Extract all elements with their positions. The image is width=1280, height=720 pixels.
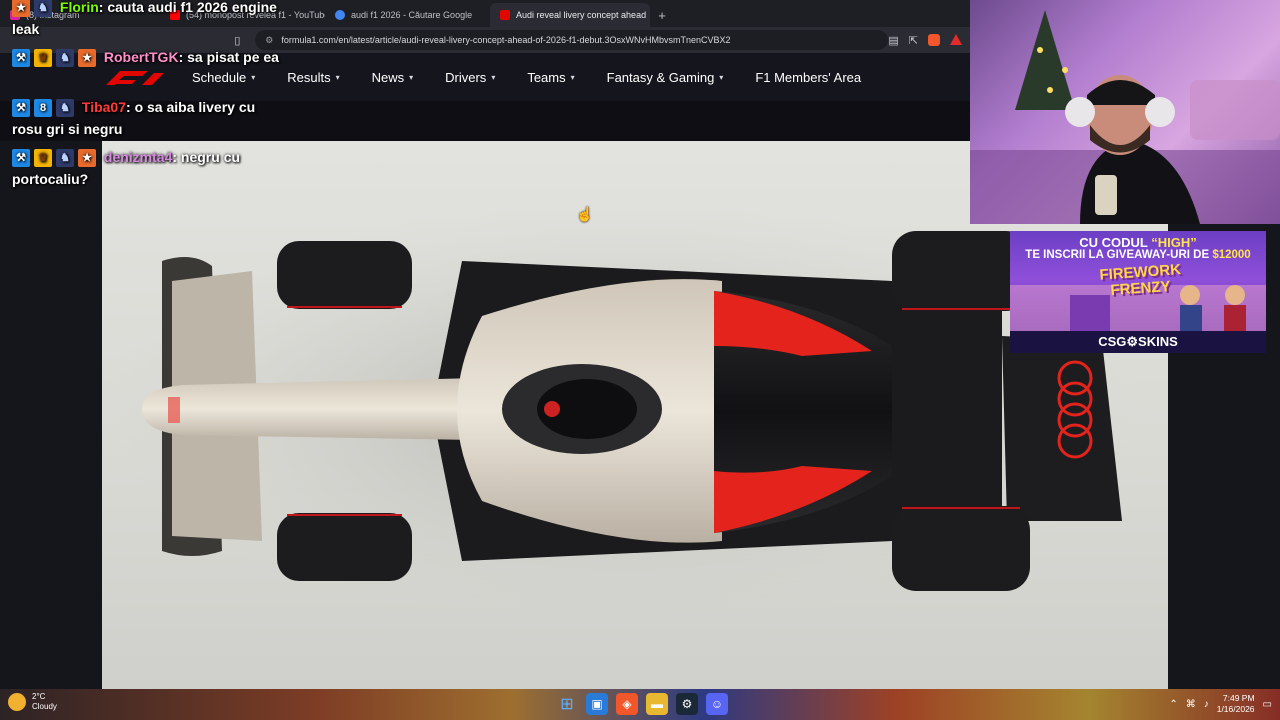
weather-icon	[8, 693, 26, 711]
nav-news[interactable]: News ▾	[372, 70, 414, 85]
moderator-badge-icon: ⚒	[12, 99, 30, 118]
weather-text: 2°C Cloudy	[32, 692, 57, 712]
ad-brand: CSG⚙SKINS	[1010, 331, 1266, 353]
nav-drivers[interactable]: Drivers ▾	[445, 70, 495, 85]
chevron-down-icon: ▾	[335, 72, 340, 82]
notification-icon[interactable]: ▭	[1263, 699, 1272, 710]
clock-date: 1/16/2026	[1216, 704, 1255, 714]
moderator-badge-icon: ⚒	[12, 49, 30, 68]
nav-label: Results	[287, 69, 331, 85]
chat-message: ★ ♞ Florin: cauta audi f1 2026 engine le…	[12, 0, 277, 37]
cheer-badge-icon: ★	[12, 0, 30, 18]
chevron-down-icon: ▾	[491, 72, 496, 82]
weather-desc: Cloudy	[32, 702, 57, 711]
page-gutter-left	[0, 141, 102, 689]
volume-icon[interactable]: ♪	[1204, 699, 1209, 710]
tray-chevron-icon[interactable]: ⌃	[1169, 699, 1177, 710]
steam-icon[interactable]: ⚙	[676, 693, 698, 715]
nav-results[interactable]: Results ▾	[287, 70, 339, 85]
nav-members-area[interactable]: F1 Members' Area	[755, 70, 861, 85]
sponsor-ad-banner[interactable]: CU CODUL “HIGH” TE INSCRII LA GIVEAWAY-U…	[1010, 231, 1266, 353]
ad-headline: CU CODUL “HIGH”	[1010, 235, 1266, 250]
ad-promo-code: “HIGH”	[1151, 235, 1197, 250]
chat-text: sa pisat pe ea	[187, 49, 279, 65]
windows-start-icon[interactable]: ⊞	[556, 693, 578, 715]
nav-schedule[interactable]: Schedule ▾	[192, 70, 255, 85]
folder-icon[interactable]: ▬	[646, 693, 668, 715]
streamer-webcam	[970, 0, 1280, 224]
nav-label: Teams	[527, 69, 566, 85]
ad-headline-text: CU CODUL	[1079, 235, 1152, 250]
f1-favicon-icon	[500, 10, 510, 20]
browser-toolbar-icons: ▤ ⇱	[888, 33, 970, 47]
chat-badges: ⚒ 8 ♞	[12, 99, 74, 118]
chat-username: denizmta4	[103, 149, 173, 165]
cheer-badge-icon: ★	[78, 149, 96, 168]
tab-label: audi f1 2026 - Căutare Google	[351, 10, 473, 20]
crown-badge-icon: ♛	[34, 149, 52, 168]
brave-shield-icon[interactable]	[928, 33, 940, 46]
new-tab-button[interactable]: +	[650, 3, 674, 27]
f1-nav-items: Schedule ▾ Results ▾ News ▾ Drivers ▾ Teams ▾…	[192, 53, 861, 101]
url-input[interactable]	[281, 35, 842, 45]
f1-logo[interactable]	[102, 67, 166, 87]
tab-label: Audi reveal livery concept ahead	[516, 10, 647, 20]
ad-amount: $12000	[1212, 249, 1251, 261]
brave-rewards-icon[interactable]	[950, 33, 962, 45]
nav-label: News	[371, 69, 405, 85]
subscriber-badge-icon: ♞	[34, 0, 52, 18]
chat-badges: ⚒ ♛ ♞ ★	[12, 49, 96, 68]
weather-temp: 2°C	[32, 692, 46, 701]
subscriber-badge-icon: ♞	[56, 49, 74, 68]
google-icon	[335, 10, 345, 20]
discord-icon[interactable]: ☺	[706, 693, 728, 715]
clock-time: 7:49 PM	[1222, 693, 1255, 703]
nav-fantasy-gaming[interactable]: Fantasy & Gaming ▾	[607, 70, 724, 85]
chat-username: Florin	[59, 0, 99, 15]
crown-badge-icon: ♛	[34, 49, 52, 68]
webcam-feed	[970, 10, 1280, 224]
network-icon[interactable]: ⌘	[1186, 699, 1196, 710]
url-field[interactable]: ⚙	[255, 30, 889, 50]
nav-label: F1 Members' Area	[755, 69, 862, 85]
tab-google-search[interactable]: audi f1 2026 - Căutare Google	[325, 3, 490, 27]
hand-cursor-icon: ☝	[576, 206, 594, 222]
chevron-down-icon: ▾	[409, 72, 414, 82]
brave-browser-icon[interactable]: ◈	[616, 693, 638, 715]
nav-label: Fantasy & Gaming	[606, 69, 715, 85]
taskbar-apps: ⊞ ▣ ◈ ▬ ⚙ ☺	[556, 693, 728, 715]
windows-taskbar: 2°C Cloudy ⊞ ▣ ◈ ▬ ⚙ ☺ ⌃ ⌘ ♪ 7:49 PM 1/1…	[0, 689, 1280, 720]
chat-message: ⚒ ♛ ♞ ★ RobertTGK: sa pisat pe ea	[12, 46, 282, 68]
subscriber-badge-icon: ♞	[56, 99, 74, 118]
chevron-down-icon: ▾	[719, 72, 724, 82]
chat-badges: ⚒ ♛ ♞ ★	[12, 149, 96, 168]
share-icon[interactable]: ⇱	[909, 34, 918, 47]
chat-username: RobertTGK	[103, 49, 179, 65]
ad-subline: TE INSCRII LA GIVEAWAY-URI DE $12000	[1010, 249, 1266, 261]
weather-widget[interactable]: 2°C Cloudy	[8, 692, 57, 712]
chevron-down-icon: ▾	[570, 72, 575, 82]
tab-f1-article[interactable]: Audi reveal livery concept ahead ✕	[490, 3, 650, 27]
page-gutter-right	[1168, 353, 1280, 689]
ad-subline-text: TE INSCRII LA GIVEAWAY-URI DE	[1025, 249, 1213, 261]
subscriber-badge-icon: ♞	[56, 149, 74, 168]
chat-message: ⚒ ♛ ♞ ★ denizmta4: negru cu portocaliu?	[12, 149, 241, 187]
chevron-down-icon: ▾	[251, 72, 256, 82]
system-tray: ⌃ ⌘ ♪ 7:49 PM 1/16/2026 ▭	[1169, 693, 1272, 715]
nav-teams[interactable]: Teams ▾	[527, 70, 574, 85]
nav-label: Drivers	[445, 69, 487, 85]
moderator-badge-icon: ⚒	[12, 149, 30, 168]
nav-label: Schedule	[192, 69, 247, 85]
reader-mode-icon[interactable]: ▤	[888, 34, 898, 47]
chat-username: Tiba07	[81, 99, 126, 115]
tier-badge-icon: 8	[34, 99, 52, 118]
chat-badges: ★ ♞	[12, 0, 52, 18]
cheer-badge-icon: ★	[78, 49, 96, 68]
ad-game-title: FIREWORK FRENZY	[1098, 261, 1182, 300]
file-explorer-icon[interactable]: ▣	[586, 693, 608, 715]
system-clock[interactable]: 7:49 PM 1/16/2026	[1217, 693, 1255, 715]
chat-message: ⚒ 8 ♞ Tiba07: o sa aiba livery cu rosu g…	[12, 99, 256, 137]
